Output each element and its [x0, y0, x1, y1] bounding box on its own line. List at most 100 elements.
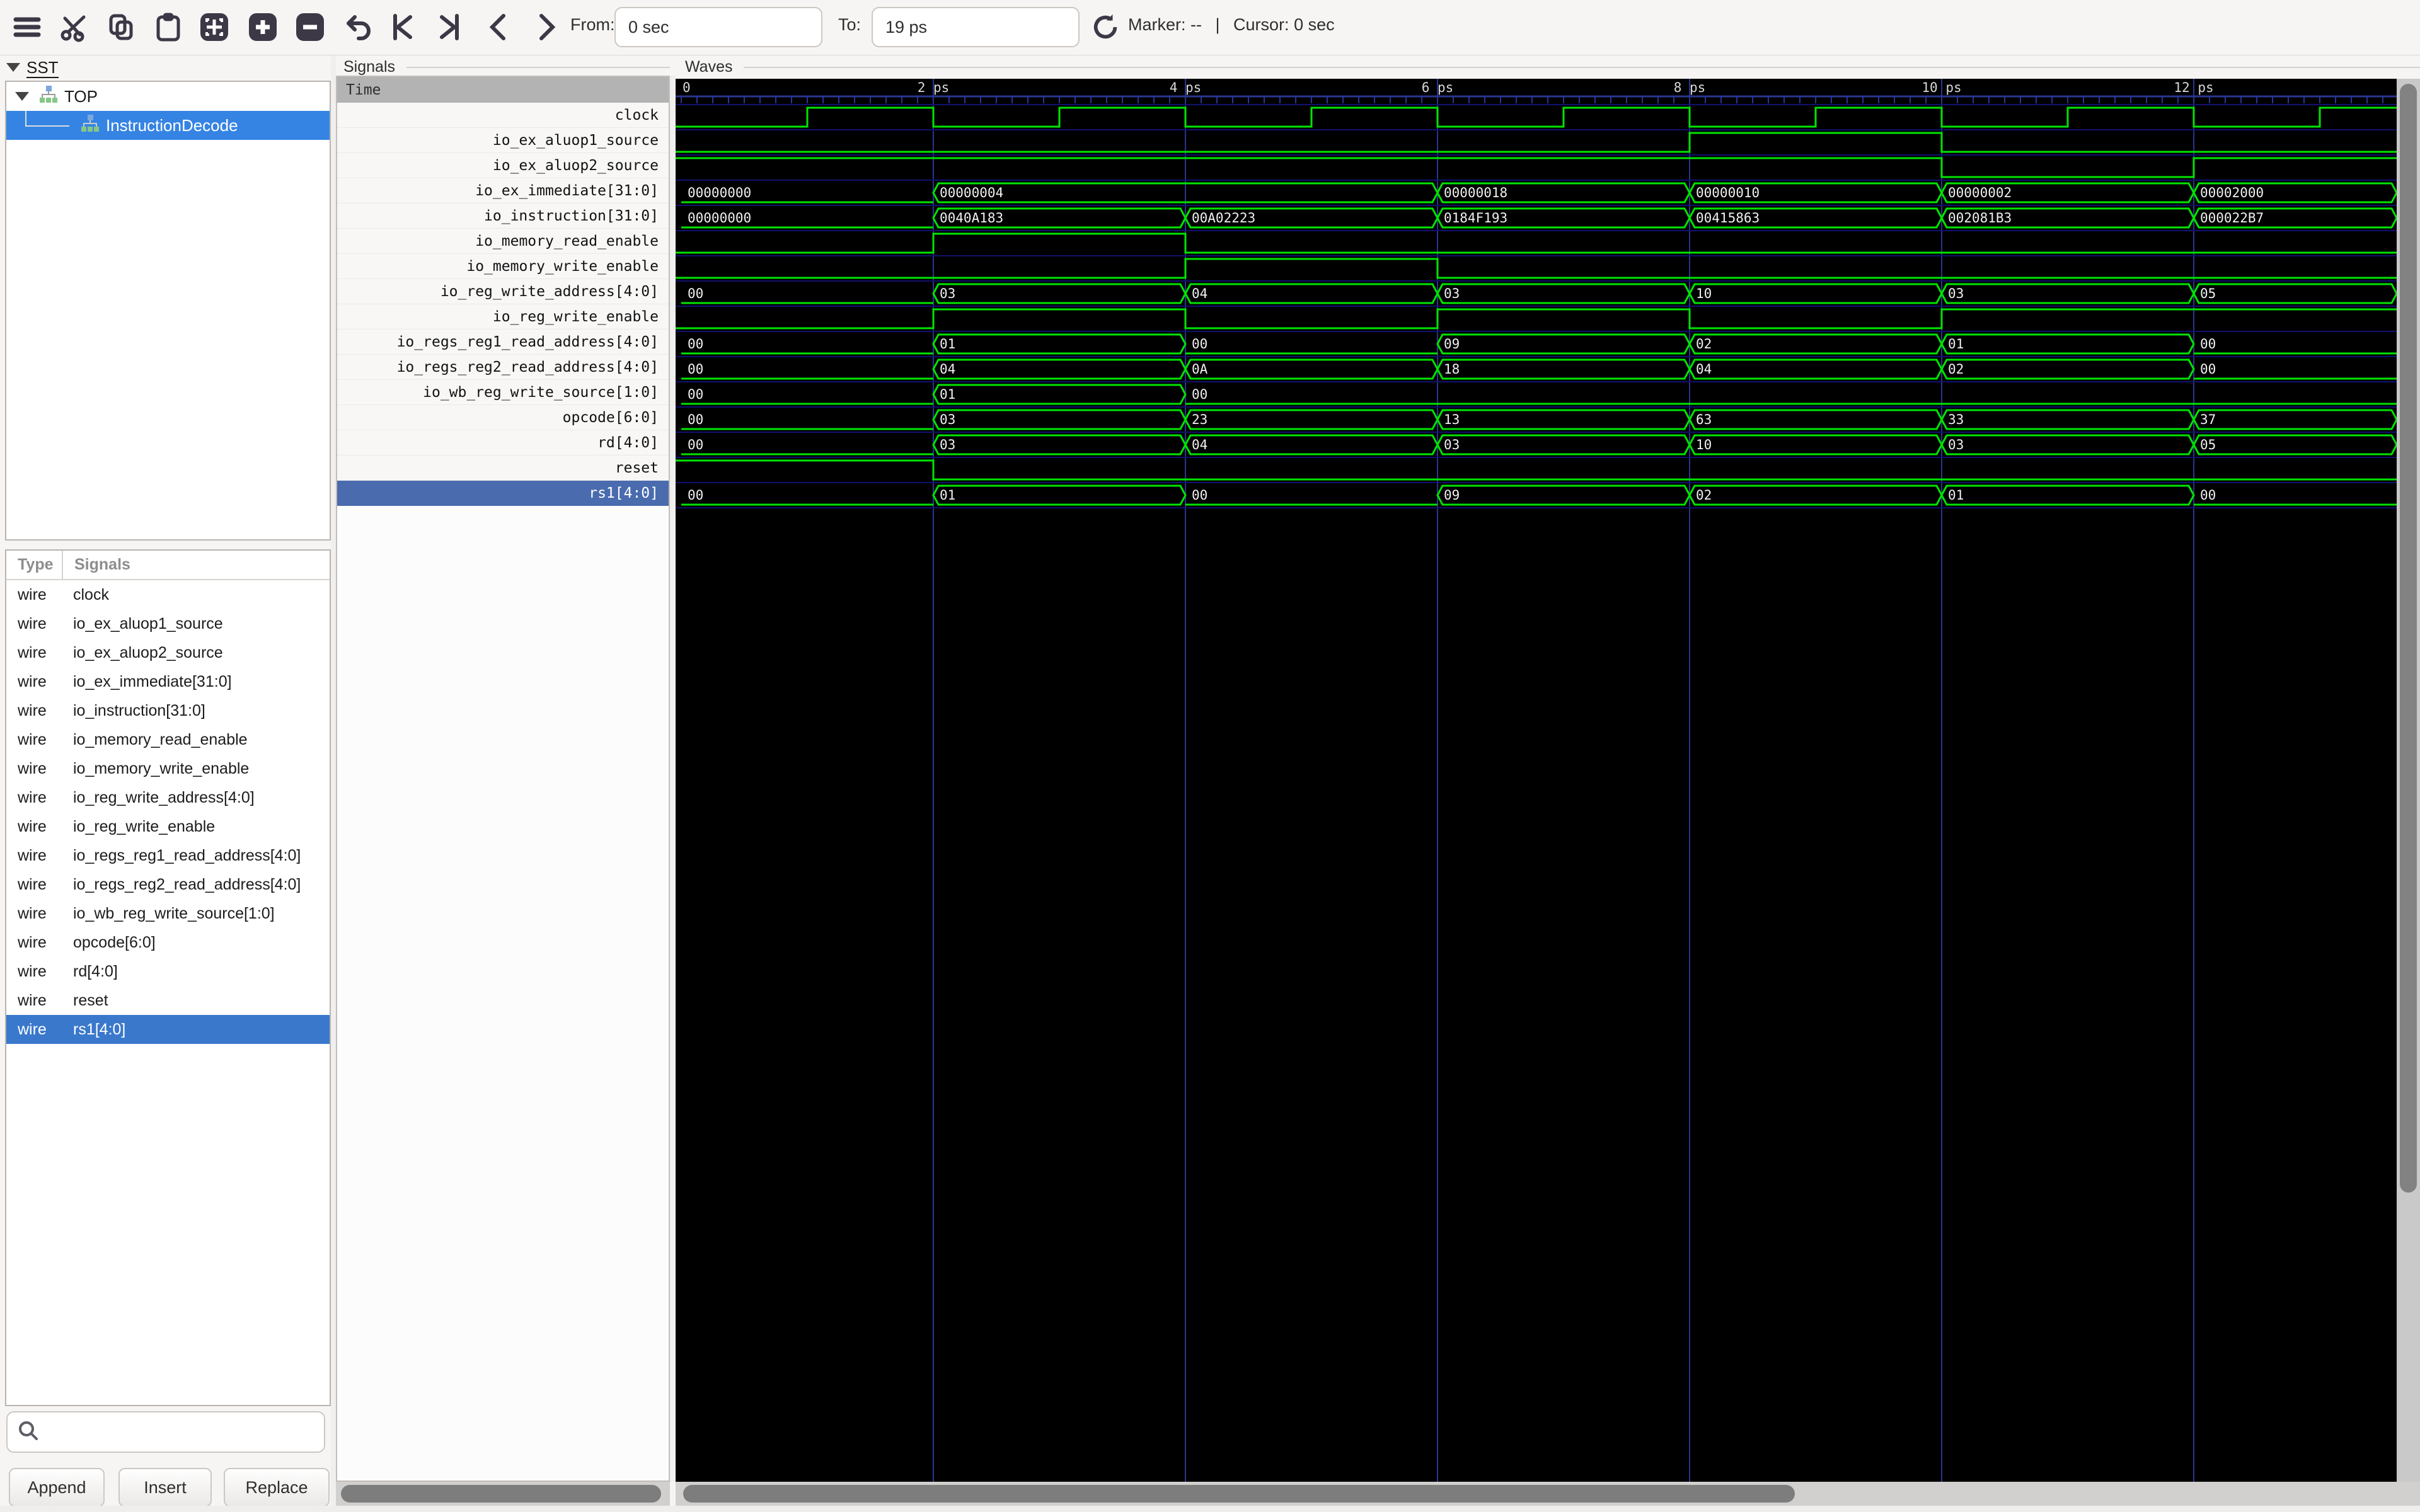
sst-header[interactable]: SST	[6, 57, 59, 78]
hierarchy-icon	[81, 114, 100, 137]
undo-icon[interactable]	[339, 6, 376, 48]
bus-value-label: 04	[940, 362, 955, 377]
signal-name: io_ex_immediate[31:0]	[62, 673, 232, 691]
signal-name: opcode[6:0]	[62, 934, 156, 952]
signal-list-item[interactable]: io_ex_immediate[31:0]	[337, 178, 669, 203]
menu-icon[interactable]	[9, 6, 45, 48]
bus-value-label: 0040A183	[940, 210, 1003, 226]
marker-cursor-status: Marker: -- | Cursor: 0 sec	[1128, 15, 1344, 35]
signals-panel: Time clockio_ex_aluop1_sourceio_ex_aluop…	[336, 76, 670, 1482]
table-row[interactable]: wireio_regs_reg1_read_address[4:0]	[6, 841, 330, 870]
search-input[interactable]	[47, 1412, 324, 1452]
signal-list-item[interactable]: io_reg_write_enable	[337, 304, 669, 329]
table-row[interactable]: wireio_ex_aluop2_source	[6, 638, 330, 667]
signal-list-item[interactable]: rd[4:0]	[337, 430, 669, 455]
signal-list-item[interactable]: io_ex_aluop1_source	[337, 128, 669, 153]
signal-list-item[interactable]: opcode[6:0]	[337, 405, 669, 430]
from-input[interactable]	[614, 7, 822, 47]
waveform-canvas[interactable]: 02 ps4 ps6 ps8 ps10 ps12 ps0000000000000…	[676, 79, 2397, 1482]
signals-panel-title: Signals	[343, 58, 395, 76]
window-footer	[0, 1506, 2420, 1512]
signal-search[interactable]	[6, 1411, 325, 1453]
signal-list-item[interactable]: io_instruction[31:0]	[337, 203, 669, 229]
reload-icon[interactable]	[1087, 6, 1124, 48]
waves-vertical-scrollbar[interactable]	[2397, 79, 2420, 1482]
pane-divider[interactable]	[331, 55, 336, 1512]
bus-value-label: 00	[688, 412, 703, 427]
signals-horizontal-scrollbar[interactable]	[336, 1482, 670, 1506]
table-row[interactable]: wireio_reg_write_enable	[6, 812, 330, 841]
column-header-signals[interactable]: Signals	[62, 551, 130, 579]
zoom-out-icon[interactable]	[292, 6, 328, 48]
signal-list-item[interactable]: clock	[337, 103, 669, 128]
signal-list-item[interactable]: reset	[337, 455, 669, 481]
bus-value-label: 09	[1444, 336, 1460, 352]
bus-value-label: 33	[1948, 412, 1964, 427]
bus-value-label: 01	[1948, 336, 1964, 352]
bus-value-label: 03	[1948, 437, 1964, 452]
signal-list-item[interactable]: io_regs_reg1_read_address[4:0]	[337, 329, 669, 355]
signal-list-item[interactable]: io_wb_reg_write_source[1:0]	[337, 380, 669, 405]
step-left-icon[interactable]	[480, 6, 517, 48]
table-row[interactable]: wireclock	[6, 580, 330, 609]
tree-item-instructiondecode[interactable]: InstructionDecode	[6, 111, 330, 140]
signal-type: wire	[6, 963, 62, 981]
zoom-in-icon[interactable]	[245, 6, 281, 48]
go-to-start-icon[interactable]	[384, 6, 421, 48]
zoom-fit-icon[interactable]	[196, 6, 233, 48]
signal-name: io_wb_reg_write_source[1:0]	[62, 905, 275, 923]
signal-list-item[interactable]: io_reg_write_address[4:0]	[337, 279, 669, 304]
table-row[interactable]: wireio_ex_immediate[31:0]	[6, 667, 330, 696]
table-header[interactable]: Type Signals	[6, 551, 330, 580]
time-column-header[interactable]: Time	[337, 77, 669, 103]
bus-value-label: 00000002	[1948, 185, 2012, 200]
scrollbar-thumb[interactable]	[683, 1485, 1795, 1503]
signal-name: rs1[4:0]	[62, 1021, 125, 1039]
top-expander-icon[interactable]	[15, 92, 29, 101]
copy-icon[interactable]	[103, 6, 139, 48]
column-header-type[interactable]: Type	[6, 556, 62, 574]
sst-expander-icon[interactable]	[6, 63, 20, 72]
cut-icon[interactable]	[55, 6, 92, 48]
tree-item-label: InstructionDecode	[106, 116, 238, 135]
signal-list-item[interactable]: io_memory_write_enable	[337, 254, 669, 279]
paste-icon[interactable]	[150, 6, 187, 48]
signal-name: io_reg_write_enable	[62, 818, 215, 836]
bus-value-label: 00	[2200, 488, 2216, 503]
signal-name: io_instruction[31:0]	[62, 702, 205, 720]
table-row[interactable]: wireio_instruction[31:0]	[6, 696, 330, 725]
go-to-end-icon[interactable]	[431, 6, 468, 48]
scrollbar-thumb[interactable]	[341, 1485, 661, 1503]
table-row[interactable]: wireio_memory_write_enable	[6, 754, 330, 783]
insert-button[interactable]: Insert	[118, 1468, 212, 1507]
table-row[interactable]: wireio_wb_reg_write_source[1:0]	[6, 899, 330, 928]
step-right-icon[interactable]	[528, 6, 565, 48]
scrollbar-thumb[interactable]	[2400, 84, 2417, 1193]
replace-button[interactable]: Replace	[224, 1468, 330, 1507]
tree-item-top[interactable]: TOP	[6, 82, 330, 111]
signal-list-item[interactable]: rs1[4:0]	[337, 481, 669, 506]
append-button[interactable]: Append	[9, 1468, 105, 1507]
bus-value-label: 02	[1948, 362, 1964, 377]
table-row[interactable]: wireopcode[6:0]	[6, 928, 330, 957]
signal-list-item[interactable]: io_regs_reg2_read_address[4:0]	[337, 355, 669, 380]
table-row[interactable]: wirereset	[6, 986, 330, 1015]
table-row[interactable]: wireio_reg_write_address[4:0]	[6, 783, 330, 812]
table-body: wireclockwireio_ex_aluop1_sourcewireio_e…	[6, 580, 330, 1044]
cursor-text: Cursor: 0 sec	[1233, 15, 1335, 34]
pane-divider[interactable]	[670, 76, 676, 1482]
table-row[interactable]: wirerd[4:0]	[6, 957, 330, 986]
table-row[interactable]: wireio_ex_aluop1_source	[6, 609, 330, 638]
table-row[interactable]: wireio_memory_read_enable	[6, 725, 330, 754]
signal-name: io_memory_write_enable	[62, 760, 249, 778]
bus-value-label: 18	[1444, 362, 1460, 377]
waves-horizontal-scrollbar[interactable]	[676, 1482, 2420, 1506]
bus-value-label: 10	[1696, 286, 1712, 301]
signal-list-item[interactable]: io_ex_aluop2_source	[337, 153, 669, 178]
to-input[interactable]	[872, 7, 1080, 47]
table-row[interactable]: wireio_regs_reg2_read_address[4:0]	[6, 870, 330, 899]
table-row[interactable]: wirers1[4:0]	[6, 1015, 330, 1044]
to-label: To:	[838, 15, 861, 35]
signal-list-item[interactable]: io_memory_read_enable	[337, 229, 669, 254]
signal-name: io_ex_aluop2_source	[62, 644, 223, 662]
